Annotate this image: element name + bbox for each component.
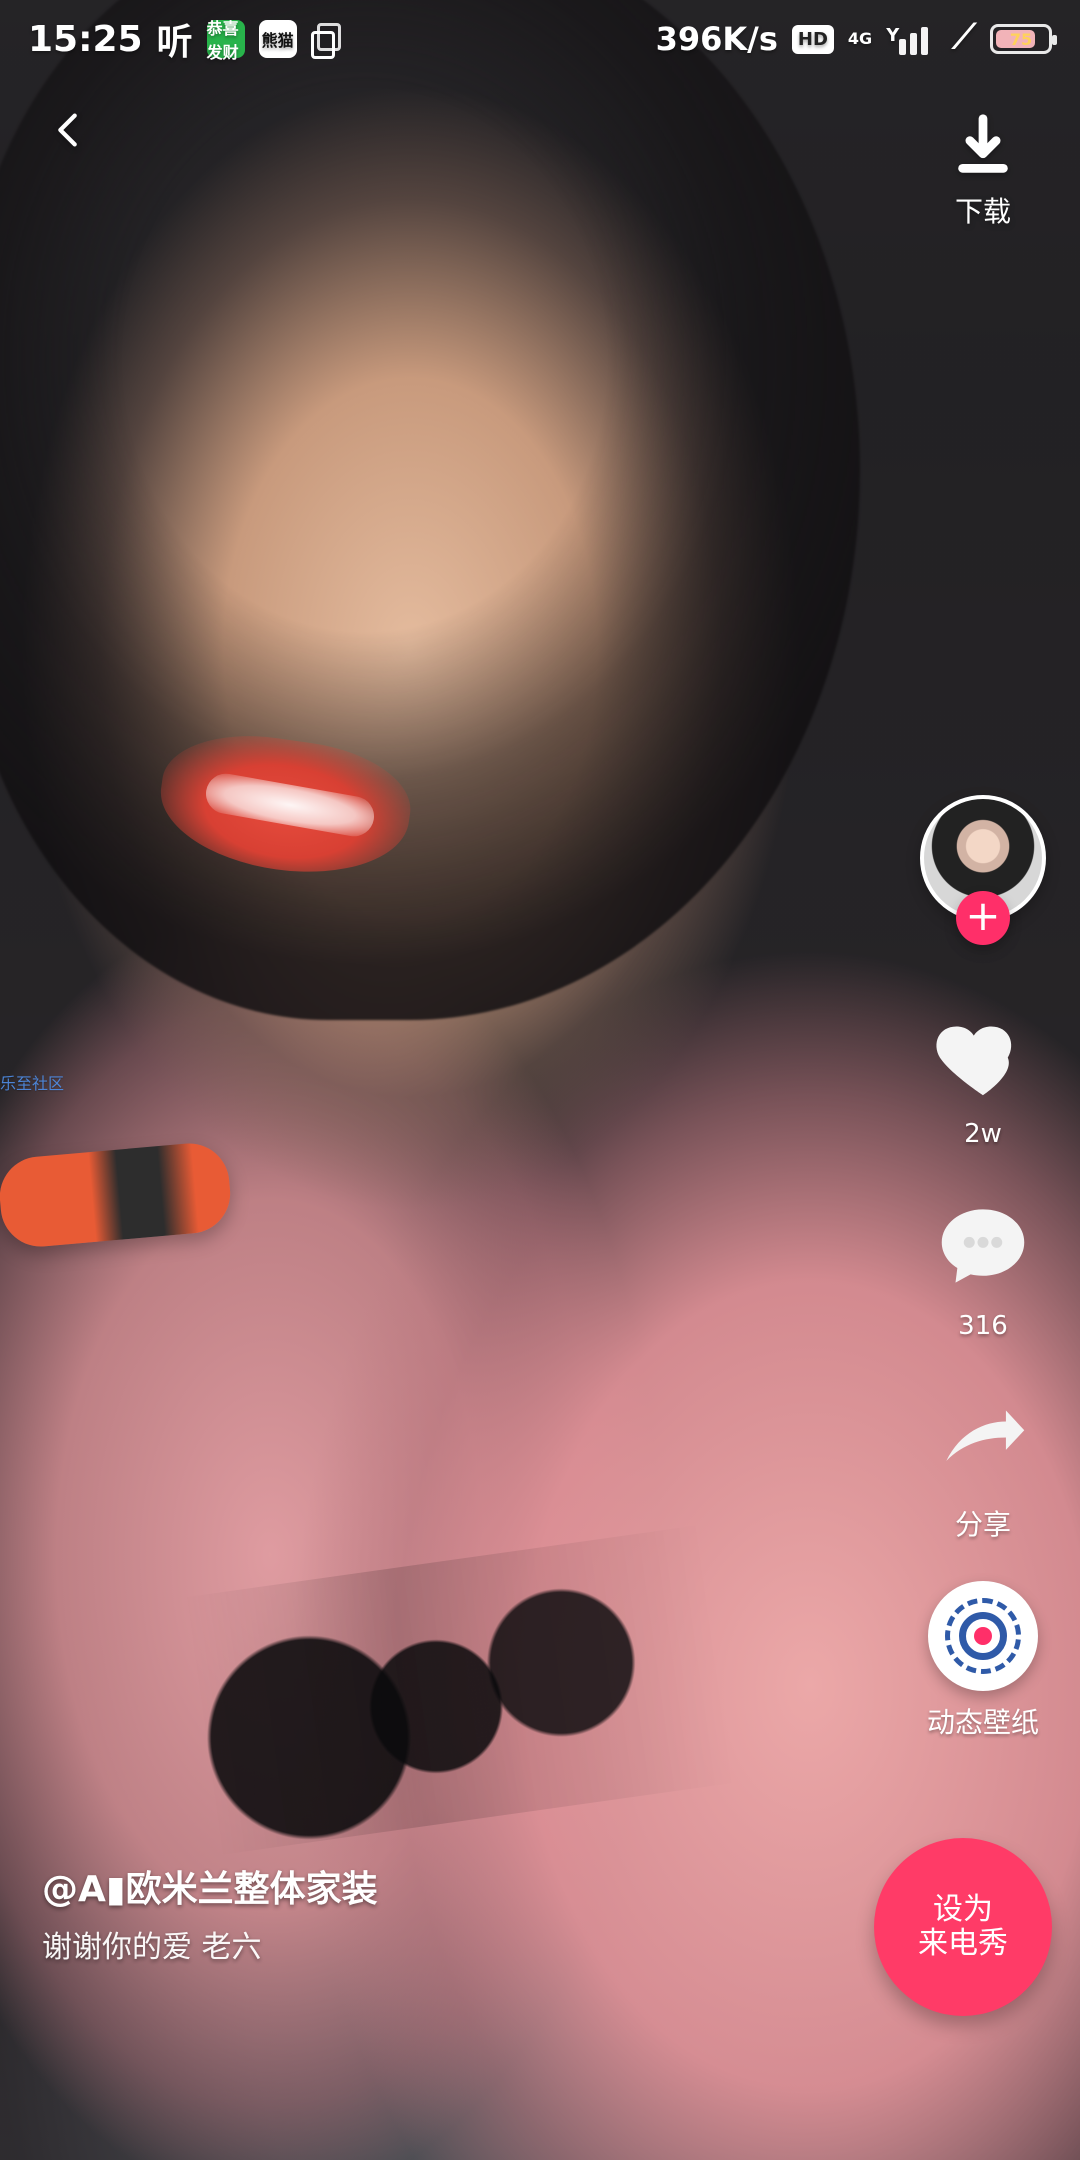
wallpaper-label: 动态壁纸 — [926, 1706, 1039, 1739]
comment-icon — [941, 1209, 1025, 1283]
hd-badge: HD — [791, 24, 834, 54]
mini-app-green-text: 恭喜发财 — [206, 19, 239, 62]
signal-icon: Y — [886, 23, 938, 55]
watermark-text: 乐至社区 — [0, 1074, 65, 1093]
video-description: 谢谢你的爱 老六 — [42, 1930, 262, 1965]
wallpaper-item[interactable]: 动态壁纸 — [918, 1581, 1048, 1741]
listen-indicator: 听 — [156, 22, 193, 63]
battery-icon: 75 — [990, 24, 1057, 54]
status-time: 15:25 — [28, 18, 143, 60]
chevron-left-icon — [58, 113, 77, 147]
signal-bar-2 — [910, 33, 918, 55]
follow-button[interactable]: + — [956, 891, 1010, 945]
like-count: 2w — [964, 1119, 1002, 1149]
status-bar: 15:25 听 恭喜发财 熊猫 396K/s HD 4G Y ⟋ 75 — [0, 0, 1080, 78]
set-ring-line-2: 来电秀 — [918, 1926, 1008, 1961]
signal-bar-1 — [899, 39, 907, 55]
mini-app-green-icon: 恭喜发财 — [206, 19, 245, 62]
share-label: 分享 — [954, 1508, 1011, 1541]
dynamic-wallpaper-icon — [928, 1581, 1038, 1691]
wallpaper-ring-icon — [945, 1598, 1021, 1674]
mini-app-panda-icon: 熊猫 — [258, 20, 297, 58]
download-label: 下载 — [954, 195, 1011, 228]
network-type: 4G — [847, 29, 873, 48]
status-right: 396K/s HD 4G Y ⟋ 75 — [655, 17, 1057, 59]
share-item[interactable]: 分享 — [918, 1383, 1048, 1543]
author-avatar-wrap[interactable]: + — [920, 795, 1046, 945]
comment-count: 316 — [958, 1311, 1008, 1341]
data-slash-icon: ⟋ — [952, 17, 976, 57]
comment-item[interactable]: 316 — [918, 1191, 1048, 1341]
status-left: 15:25 听 恭喜发财 熊猫 — [28, 13, 341, 65]
set-ring-line-1: 设为 — [933, 1891, 993, 1927]
signal-prefix: Y — [886, 25, 900, 46]
network-speed: 396K/s — [655, 20, 778, 58]
wallpaper-dot-icon — [974, 1627, 992, 1645]
like-item[interactable]: 2w — [918, 999, 1048, 1149]
back-button[interactable] — [38, 100, 98, 160]
wallpaper-core-icon — [959, 1612, 1007, 1660]
signal-bar-3 — [921, 27, 929, 55]
copy-icon — [310, 23, 341, 59]
set-ringtone-button[interactable]: 设为 来电秀 — [874, 1838, 1052, 2016]
plus-icon: + — [965, 891, 1001, 940]
share-icon — [946, 1410, 1025, 1461]
heart-icon — [936, 1026, 1012, 1096]
download-button[interactable]: 下载 — [938, 110, 1028, 230]
author-name[interactable]: @A▮欧米兰整体家装 — [42, 1860, 378, 1912]
battery-level: 75 — [1009, 29, 1033, 49]
right-action-rail: + 2w 316 分享 动态壁纸 — [918, 795, 1048, 1741]
download-icon — [958, 114, 1008, 173]
mini-app-panda-text: 熊猫 — [261, 31, 294, 50]
video-caption: @A▮欧米兰整体家装 谢谢你的爱 老六 — [42, 1860, 378, 1966]
